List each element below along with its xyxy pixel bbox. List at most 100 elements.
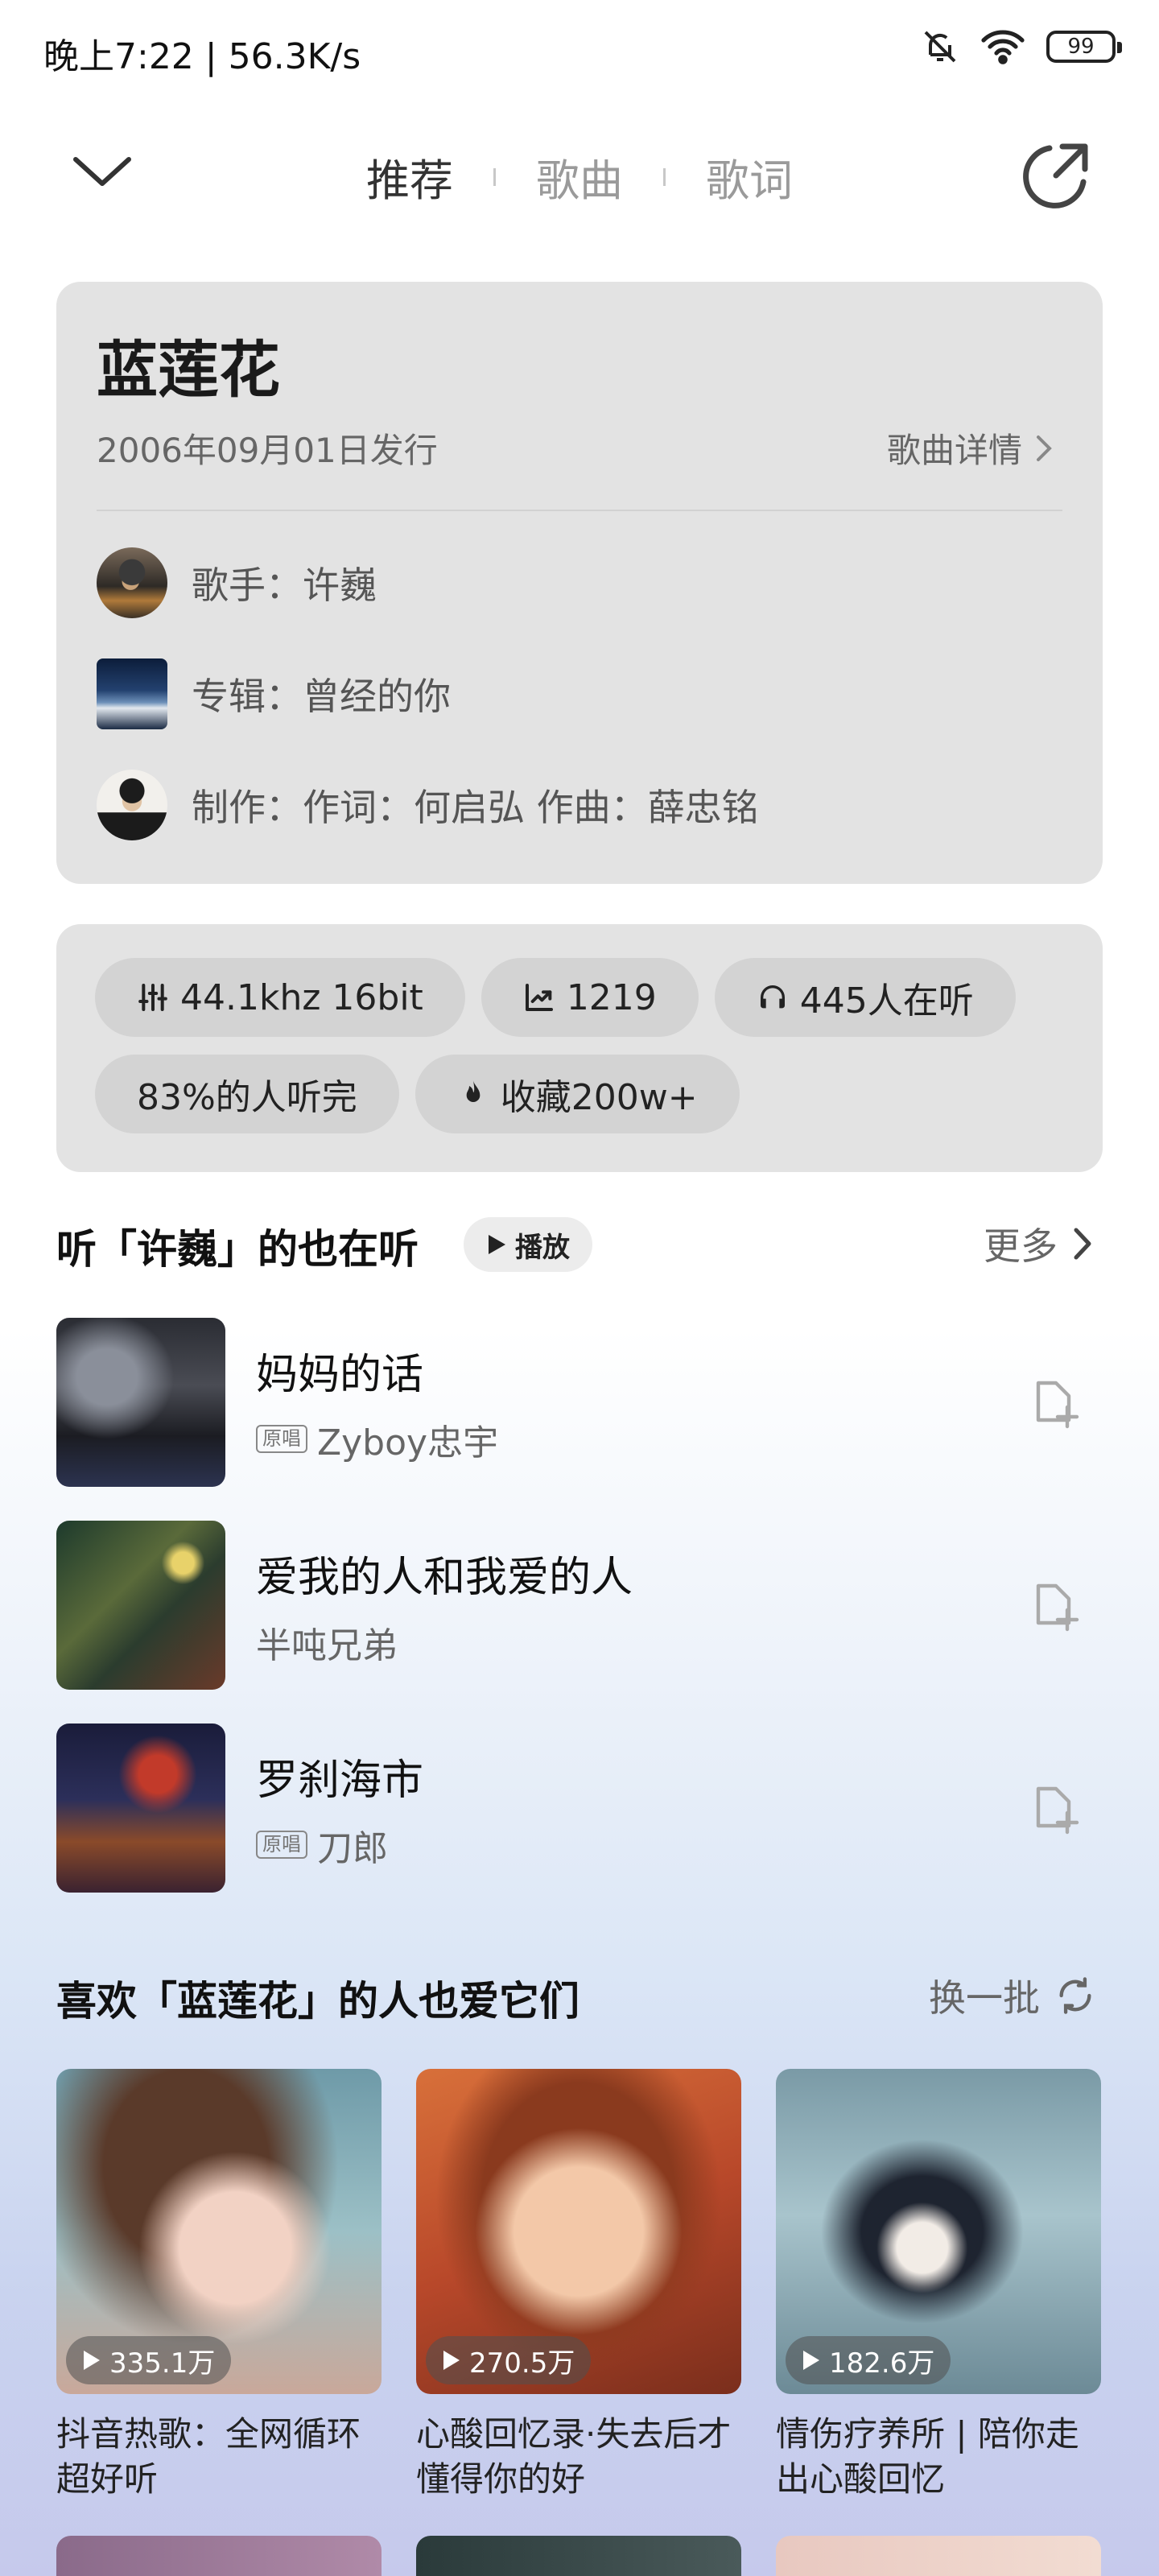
release-date: 2006年09月01日发行	[97, 431, 438, 470]
add-to-playlist-button[interactable]	[1024, 1776, 1088, 1840]
completion-label: 83%的人听完	[137, 1077, 357, 1118]
play-icon	[84, 2351, 100, 2370]
wifi-icon	[981, 30, 1025, 64]
album-row[interactable]: 专辑：曾经的你	[97, 658, 451, 729]
album-label: 专辑：曾经的你	[192, 675, 451, 718]
play-count-badge: 335.1万	[66, 2336, 232, 2384]
original-tag: 原唱	[256, 1831, 307, 1859]
add-to-playlist-icon	[1036, 1786, 1079, 1835]
add-to-playlist-icon	[1036, 1583, 1079, 1632]
playlists-title: 喜欢「蓝莲花」的人也爱它们	[56, 1978, 580, 2025]
playlist-cover-partial[interactable]	[56, 2536, 382, 2576]
divider	[97, 510, 1062, 511]
equalizer-icon	[138, 984, 167, 1011]
also-listen-title: 听「许巍」的也在听	[56, 1226, 419, 1273]
song-cover	[56, 1724, 225, 1893]
singer-row[interactable]: 歌手：许巍	[97, 547, 377, 618]
song-list-item[interactable]: 罗刹海市 原唱 刀郎	[56, 1724, 1103, 1893]
add-to-playlist-icon	[1036, 1381, 1079, 1429]
song-info-card: 蓝莲花 2006年09月01日发行 歌曲详情 歌手：许巍 专辑：曾经的你 制作：…	[56, 282, 1103, 884]
tab-divider	[493, 167, 496, 186]
credits-label: 制作：作词：何启弘 作曲：薛忠铭	[192, 786, 759, 829]
playlist-cover: 335.1万	[56, 2069, 382, 2394]
chevron-right-icon	[1074, 1228, 1091, 1260]
song-cover	[56, 1318, 225, 1487]
song-title: 蓝莲花	[97, 334, 280, 406]
play-count: 270.5万	[469, 2347, 575, 2380]
song-sub: 原唱 刀郎	[256, 1819, 1024, 1871]
chevron-right-icon	[1037, 435, 1052, 461]
song-meta: 爱我的人和我爱的人 半吨兄弟	[256, 1543, 1024, 1668]
singer-label: 歌手：许巍	[192, 564, 377, 607]
song-list-item[interactable]: 爱我的人和我爱的人 半吨兄弟	[56, 1521, 1103, 1690]
original-tag: 原唱	[256, 1425, 307, 1453]
album-cover	[97, 658, 167, 729]
battery-icon: 99	[1046, 31, 1122, 63]
trend-chip[interactable]: 1219	[481, 958, 699, 1037]
song-artist: 半吨兄弟	[256, 1624, 398, 1666]
singer-avatar	[97, 547, 167, 618]
play-count-badge: 270.5万	[426, 2336, 592, 2384]
share-button[interactable]	[1016, 135, 1096, 216]
tab-lyrics[interactable]: 歌词	[706, 145, 793, 208]
song-meta: 妈妈的话 原唱 Zyboy忠宇	[256, 1340, 1024, 1465]
playlist-title-line: 抖音热歌：全网循环	[56, 2414, 361, 2454]
quality-chip[interactable]: 44.1khz 16bit	[95, 958, 465, 1037]
more-label: 更多	[984, 1224, 1058, 1268]
playlist-card[interactable]: 335.1万 抖音热歌：全网循环 超好听	[56, 2069, 382, 2502]
refresh-label: 换一批	[929, 1976, 1040, 2020]
tab-recommend[interactable]: 推荐	[366, 145, 453, 208]
battery-level: 99	[1067, 35, 1095, 59]
tab-bar: 推荐 歌曲 歌词	[0, 145, 1159, 208]
playlist-title-line: 出心酸回忆	[776, 2459, 946, 2499]
song-meta: 罗刹海市 原唱 刀郎	[256, 1746, 1024, 1871]
add-to-playlist-button[interactable]	[1024, 1573, 1088, 1637]
producer-avatar	[97, 770, 167, 840]
playlist-title-line: 心酸回忆录·失去后才	[416, 2414, 732, 2454]
more-link[interactable]: 更多	[984, 1217, 1093, 1270]
tab-divider	[663, 167, 666, 186]
song-artist: Zyboy忠宇	[317, 1422, 499, 1463]
add-to-playlist-button[interactable]	[1024, 1370, 1088, 1435]
trend-label: 1219	[566, 976, 657, 1018]
play-icon	[489, 1235, 505, 1254]
quality-label: 44.1khz 16bit	[180, 976, 423, 1018]
tab-song[interactable]: 歌曲	[536, 145, 623, 208]
fire-icon	[466, 1080, 481, 1102]
playlist-cover: 270.5万	[416, 2069, 741, 2394]
trend-icon	[525, 984, 553, 1011]
playlist-cover-partial[interactable]	[776, 2536, 1101, 2576]
share-icon	[1023, 143, 1088, 208]
credits-row[interactable]: 制作：作词：何启弘 作曲：薛忠铭	[97, 770, 759, 840]
favorites-chip[interactable]: 收藏200w+	[415, 1055, 740, 1133]
playlist-cover: 182.6万	[776, 2069, 1101, 2394]
playlist-title: 心酸回忆录·失去后才 懂得你的好	[416, 2412, 741, 2502]
mute-bell-icon	[924, 31, 956, 63]
refresh-button[interactable]: 换一批	[929, 1969, 1096, 2022]
song-name: 妈妈的话	[256, 1350, 424, 1399]
playlist-title-line: 懂得你的好	[416, 2459, 586, 2499]
song-stats-card: 44.1khz 16bit 1219 445人在听 83%的人听完 收藏200w…	[56, 924, 1103, 1172]
play-count-badge: 182.6万	[786, 2336, 951, 2384]
listening-chip[interactable]: 445人在听	[714, 958, 1016, 1037]
song-list-item[interactable]: 妈妈的话 原唱 Zyboy忠宇	[56, 1318, 1103, 1487]
listening-label: 445人在听	[799, 980, 974, 1022]
status-time: 晚上7:22 | 56.3K/s	[43, 36, 361, 77]
playlist-title: 情伤疗养所 | 陪你走 出心酸回忆	[776, 2412, 1101, 2502]
playlist-card[interactable]: 270.5万 心酸回忆录·失去后才 懂得你的好	[416, 2069, 741, 2502]
playlist-title-line: 超好听	[56, 2459, 159, 2499]
song-sub: 半吨兄弟	[256, 1616, 1024, 1668]
play-icon	[803, 2351, 819, 2370]
completion-chip[interactable]: 83%的人听完	[95, 1055, 399, 1133]
song-sub: 原唱 Zyboy忠宇	[256, 1414, 1024, 1465]
playlist-card[interactable]: 182.6万 情伤疗养所 | 陪你走 出心酸回忆	[776, 2069, 1101, 2502]
play-all-button[interactable]: 播放	[464, 1217, 592, 1272]
playlist-cover-partial[interactable]	[416, 2536, 741, 2576]
status-icons: 99	[921, 27, 1122, 66]
song-detail-label: 歌曲详情	[886, 431, 1022, 470]
favorites-label: 收藏200w+	[500, 1077, 698, 1118]
play-count: 335.1万	[109, 2347, 216, 2380]
play-count: 182.6万	[829, 2347, 935, 2380]
song-cover	[56, 1521, 225, 1690]
song-detail-link[interactable]: 歌曲详情	[887, 423, 1053, 473]
